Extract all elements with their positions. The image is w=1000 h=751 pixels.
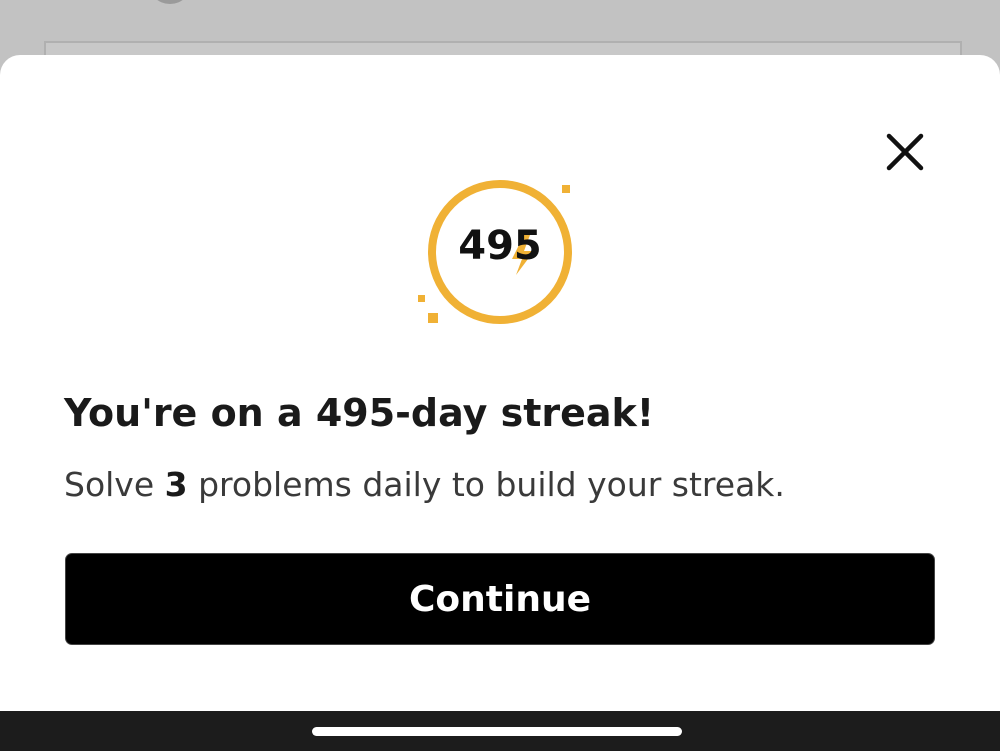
streak-badge: 495	[412, 177, 592, 337]
streak-modal: 495 You're on a 495-day streak! Solve 3 …	[0, 55, 1000, 715]
daily-problem-count: 3	[164, 465, 188, 504]
continue-label: Continue	[408, 578, 591, 620]
streak-subtitle: Solve 3 problems daily to build your str…	[64, 465, 964, 504]
background-avatar	[148, 0, 192, 4]
system-bottom-bar	[0, 711, 1000, 751]
subtitle-suffix: problems daily to build your streak.	[187, 465, 785, 504]
home-indicator[interactable]	[312, 727, 682, 736]
close-icon	[886, 133, 924, 171]
streak-count: 495	[458, 223, 542, 269]
subtitle-prefix: Solve	[64, 465, 165, 504]
screen: 495 You're on a 495-day streak! Solve 3 …	[0, 0, 1000, 751]
close-button[interactable]	[880, 133, 930, 177]
continue-button[interactable]: Continue	[65, 553, 935, 645]
streak-title: You're on a 495-day streak!	[64, 391, 655, 435]
